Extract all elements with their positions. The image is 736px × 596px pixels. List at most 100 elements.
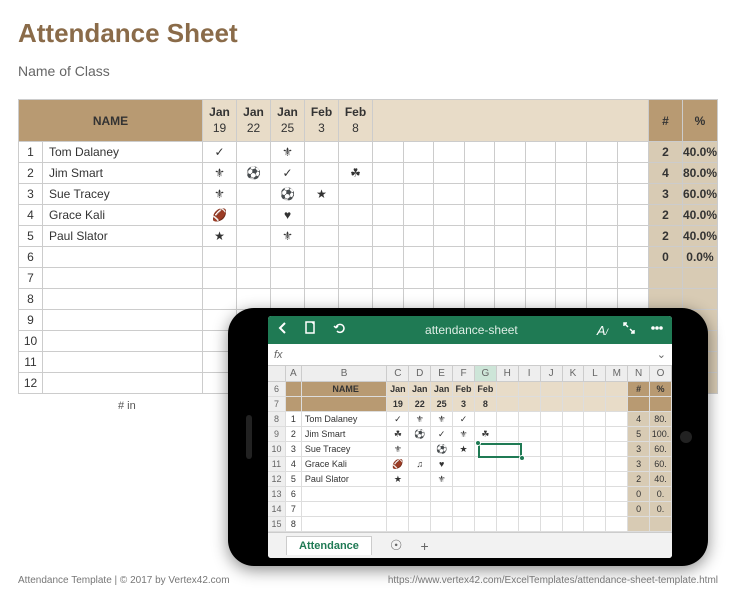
mark-cell: ★	[203, 226, 237, 247]
mark-cell: ★	[305, 184, 339, 205]
name-cell	[43, 373, 203, 394]
mark-cell	[339, 184, 373, 205]
column-headers: ABCDEFGHIJKLMNO	[268, 366, 672, 382]
name-cell: Tom Dalaney	[43, 142, 203, 163]
count-cell: 3	[648, 184, 682, 205]
mark-cell	[305, 268, 339, 289]
sheet-options-icon[interactable]: ☉	[390, 537, 403, 554]
mark-cell	[305, 142, 339, 163]
pct-cell: 40.0%	[682, 226, 717, 247]
row-index: 10	[19, 331, 43, 352]
mark-cell	[237, 289, 271, 310]
mark-cell: ⚜	[203, 184, 237, 205]
name-cell: Paul Slator	[43, 226, 203, 247]
row-index: 1	[19, 142, 43, 163]
mark-cell	[237, 142, 271, 163]
mark-cell: ⚜	[271, 226, 305, 247]
file-icon[interactable]	[304, 321, 318, 340]
mark-cell	[203, 289, 237, 310]
mark-cell	[339, 268, 373, 289]
chevron-down-icon[interactable]: ⌄	[657, 348, 666, 361]
col-date-3: Feb3	[305, 100, 339, 142]
count-cell	[648, 289, 682, 310]
footer-left: Attendance Template | © 2017 by Vertex42…	[18, 575, 230, 586]
row-index: 8	[19, 289, 43, 310]
col-date-4: Feb8	[339, 100, 373, 142]
count-cell: 4	[648, 163, 682, 184]
name-cell: Grace Kali	[43, 205, 203, 226]
pct-cell: 40.0%	[682, 205, 717, 226]
mark-cell	[305, 289, 339, 310]
font-icon[interactable]: A/	[597, 323, 608, 338]
pct-cell	[682, 289, 717, 310]
col-date-2: Jan25	[271, 100, 305, 142]
pct-cell: 0.0%	[682, 247, 717, 268]
name-cell	[43, 247, 203, 268]
mark-cell: ✓	[203, 142, 237, 163]
undo-icon[interactable]	[332, 321, 346, 340]
mark-cell	[237, 268, 271, 289]
count-cell: 0	[648, 247, 682, 268]
mark-cell	[271, 289, 305, 310]
mark-cell	[271, 268, 305, 289]
mark-cell: 🏈	[203, 205, 237, 226]
row-index: 4	[19, 205, 43, 226]
row-index: 12	[19, 373, 43, 394]
pct-cell	[682, 268, 717, 289]
row-index: 2	[19, 163, 43, 184]
name-cell	[43, 268, 203, 289]
mark-cell	[203, 247, 237, 268]
col-date-1: Jan22	[237, 100, 271, 142]
mark-cell	[305, 247, 339, 268]
pct-cell: 60.0%	[682, 184, 717, 205]
sheet-tab[interactable]: Attendance	[286, 536, 372, 555]
col-count: #	[648, 100, 682, 142]
col-percent: %	[682, 100, 717, 142]
subtitle: Name of Class	[18, 63, 718, 79]
mark-cell	[339, 142, 373, 163]
formula-bar[interactable]: fx ⌄	[268, 344, 672, 366]
mark-cell	[305, 205, 339, 226]
expand-icon[interactable]	[622, 321, 636, 340]
back-icon[interactable]	[276, 321, 290, 340]
mark-cell	[305, 226, 339, 247]
tab-bar: Attendance ☉ +	[268, 532, 672, 558]
name-cell	[43, 331, 203, 352]
row-index: 3	[19, 184, 43, 205]
col-date-0: Jan19	[203, 100, 237, 142]
mark-cell	[237, 247, 271, 268]
name-cell: Jim Smart	[43, 163, 203, 184]
mark-cell	[339, 226, 373, 247]
mark-cell	[271, 247, 305, 268]
name-cell: Sue Tracey	[43, 184, 203, 205]
spreadsheet-grid[interactable]: 6NAMEJanJanJanFebFeb#%71922253881Tom Dal…	[268, 382, 672, 532]
mark-cell: ♥	[271, 205, 305, 226]
name-cell	[43, 352, 203, 373]
count-cell: 2	[648, 205, 682, 226]
row-index: 7	[19, 268, 43, 289]
row-index: 6	[19, 247, 43, 268]
pct-cell: 40.0%	[682, 142, 717, 163]
name-cell	[43, 310, 203, 331]
mark-cell: ✓	[271, 163, 305, 184]
footer-right: https://www.vertex42.com/ExcelTemplates/…	[388, 575, 718, 586]
mark-cell	[237, 205, 271, 226]
mark-cell	[339, 289, 373, 310]
mark-cell: ⚜	[271, 142, 305, 163]
row-index: 5	[19, 226, 43, 247]
mark-cell: ⚽	[237, 163, 271, 184]
mark-cell	[305, 163, 339, 184]
menu-icon[interactable]	[650, 321, 664, 340]
mark-cell: ☘	[339, 163, 373, 184]
mark-cell	[339, 205, 373, 226]
page-title: Attendance Sheet	[18, 18, 718, 49]
fx-label: fx	[274, 349, 283, 361]
phone-mockup: attendance-sheet A/ fx ⌄ ABCDEFGHIJKLMNO…	[228, 308, 708, 566]
add-sheet-icon[interactable]: +	[420, 538, 428, 554]
count-cell: 2	[648, 226, 682, 247]
app-toolbar: attendance-sheet A/	[268, 316, 672, 344]
mark-cell	[203, 268, 237, 289]
mark-cell	[237, 226, 271, 247]
pct-cell: 80.0%	[682, 163, 717, 184]
mark-cell	[339, 247, 373, 268]
